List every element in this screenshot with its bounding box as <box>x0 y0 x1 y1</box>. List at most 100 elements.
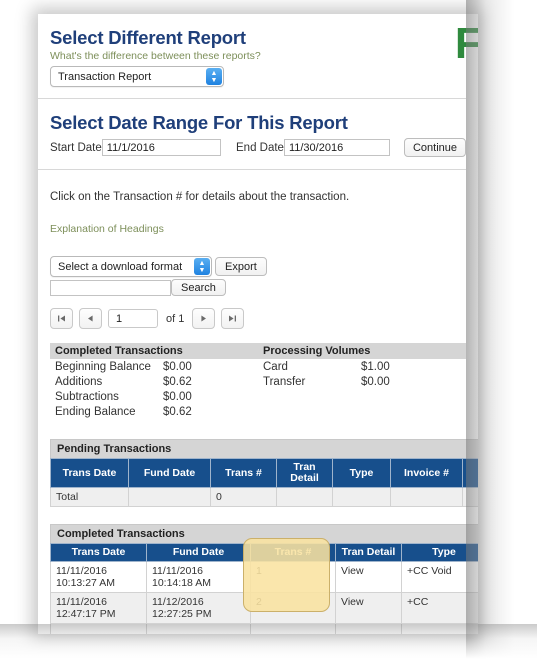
cell-trans-date: 11/11/2016 10:13:27 AM <box>50 561 147 593</box>
column-header[interactable]: Invoice # <box>390 458 463 488</box>
pending-transactions-table: Trans Date Fund Date Trans # Tran Detail… <box>50 458 478 507</box>
start-date-input[interactable]: 11/1/2016 <box>101 139 221 156</box>
cell-type <box>401 623 478 634</box>
column-header[interactable]: Fund Date <box>128 458 211 488</box>
report-page-sheet: Fi Select Different Report What's the di… <box>38 14 478 634</box>
next-page-button[interactable] <box>192 308 216 329</box>
pending-table-caption: Pending Transactions <box>50 439 478 458</box>
summary-label: Transfer <box>263 376 306 388</box>
export-button[interactable]: Export <box>215 257 267 276</box>
processing-volumes-title: Processing Volumes <box>258 343 466 359</box>
completed-summary-block: Completed Transactions Beginning Balance… <box>50 343 258 419</box>
summary-row: Beginning Balance $0.00 <box>50 359 258 374</box>
date-range-heading: Select Date Range For This Report <box>50 112 348 133</box>
transaction-instruction: Click on the Transaction # for details a… <box>50 191 350 203</box>
summary-value: $0.62 <box>163 376 192 388</box>
cell-type: +CC <box>401 592 478 624</box>
column-header[interactable]: Trans Date <box>50 458 129 488</box>
table-header-row: Trans Date Fund Date Trans # Tran Detail… <box>50 543 478 562</box>
cell-trans-number-link[interactable]: 1 <box>250 561 336 593</box>
column-header[interactable]: Tran Detail <box>335 543 402 562</box>
cell <box>276 487 333 507</box>
completed-table-caption: Completed Transactions <box>50 524 478 543</box>
column-header[interactable]: Type <box>401 543 478 562</box>
summary-label: Additions <box>55 376 103 388</box>
cell <box>462 487 478 507</box>
end-date-label: End Date <box>236 141 284 154</box>
processing-volumes-block: Processing Volumes Card $1.00 Transfer $… <box>258 343 466 419</box>
search-button[interactable]: Search <box>171 279 226 296</box>
column-header[interactable]: Type <box>332 458 391 488</box>
download-format-value: Select a download format <box>58 260 183 273</box>
download-format-select[interactable]: Select a download format ▲ ▼ <box>50 256 212 277</box>
column-header[interactable] <box>462 458 478 488</box>
summary-row: Transfer $0.00 <box>258 374 466 389</box>
cell-fund-date: 11/11/2016 10:14:18 AM <box>146 561 251 593</box>
cell-total-label: Total <box>50 487 129 507</box>
summary-value: $0.62 <box>163 406 192 418</box>
page-count-label: of 1 <box>166 312 185 325</box>
completed-summary-title: Completed Transactions <box>50 343 258 359</box>
summary-section: Completed Transactions Beginning Balance… <box>50 329 466 419</box>
column-header[interactable]: Tran Detail <box>276 458 333 488</box>
summary-value: $0.00 <box>361 376 390 388</box>
summary-value: $1.00 <box>361 361 390 373</box>
table-header-row: Trans Date Fund Date Trans # Tran Detail… <box>50 458 478 488</box>
date-range-row: Start Date 11/1/2016 End Date 11/30/2016… <box>50 135 466 157</box>
cell-trans-date: 11/11/2016 12:47:17 PM <box>50 592 147 624</box>
explanation-of-headings-link[interactable]: Explanation of Headings <box>50 203 466 235</box>
start-date-label: Start Date <box>50 141 102 154</box>
column-header[interactable]: Trans Date <box>50 543 147 562</box>
completed-transactions-section: Completed Transactions Trans Date Fund D… <box>50 507 478 634</box>
page-content: Select Different Report What's the diffe… <box>38 14 478 634</box>
cell-fund-date: 11/12/2016 12:27:25 PM <box>146 592 251 624</box>
cell-trans-number-link[interactable] <box>250 623 336 634</box>
summary-label: Beginning Balance <box>55 361 151 373</box>
export-toolbar: Select a download format ▲ ▼ Export Searc… <box>50 239 466 296</box>
prev-page-button[interactable] <box>79 308 102 329</box>
summary-row: Additions $0.62 <box>50 374 258 389</box>
cell-total-count: 0 <box>210 487 277 507</box>
table-row: 11/11/2016 12:47:17 PM 11/12/2016 12:27:… <box>50 592 478 624</box>
cell <box>332 487 391 507</box>
pagination-controls: 1 of 1 <box>50 296 466 329</box>
cell-type: +CC Void <box>401 561 478 593</box>
cell <box>128 487 211 507</box>
table-row: 11/11/2016 10:13:27 AM 11/11/2016 10:14:… <box>50 561 478 593</box>
summary-label: Ending Balance <box>55 406 136 418</box>
continue-button[interactable]: Continue <box>404 138 466 157</box>
summary-row: Card $1.00 <box>258 359 466 374</box>
search-input[interactable] <box>50 279 171 296</box>
summary-row: Subtractions $0.00 <box>50 389 258 404</box>
cell-fund-date <box>146 623 251 634</box>
cell-tran-detail-link[interactable] <box>335 623 402 634</box>
summary-value: $0.00 <box>163 391 192 403</box>
cell <box>390 487 463 507</box>
chevron-updown-icon: ▲ ▼ <box>206 68 222 85</box>
summary-label: Card <box>263 361 288 373</box>
column-header[interactable]: Fund Date <box>146 543 251 562</box>
report-type-select[interactable]: Transaction Report ▲ ▼ <box>50 66 224 87</box>
company-logo: Fi <box>454 19 478 68</box>
report-type-value: Transaction Report <box>58 70 152 83</box>
summary-row: Ending Balance $0.62 <box>50 404 258 419</box>
column-header[interactable]: Trans # <box>210 458 277 488</box>
table-row: Total 0 <box>50 487 478 507</box>
column-header[interactable]: Trans # <box>250 543 336 562</box>
cell-tran-detail-link[interactable]: View <box>335 561 402 593</box>
cell-trans-date <box>50 623 147 634</box>
last-page-button[interactable] <box>221 308 245 329</box>
report-difference-link[interactable]: What's the difference between these repo… <box>50 50 466 62</box>
chevron-updown-icon: ▲ ▼ <box>194 258 210 275</box>
cell-trans-number-link[interactable]: 2 <box>250 592 336 624</box>
first-page-button[interactable] <box>50 308 73 329</box>
pending-transactions-section: Pending Transactions Trans Date Fund Dat… <box>50 419 478 507</box>
page-number-input[interactable]: 1 <box>108 309 158 328</box>
summary-label: Subtractions <box>55 391 119 403</box>
end-date-input[interactable]: 11/30/2016 <box>283 139 390 156</box>
completed-transactions-table: Trans Date Fund Date Trans # Tran Detail… <box>50 543 478 634</box>
cell-tran-detail-link[interactable]: View <box>335 592 402 624</box>
table-row <box>50 623 478 634</box>
summary-value: $0.00 <box>163 361 192 373</box>
select-report-heading: Select Different Report <box>50 27 246 48</box>
